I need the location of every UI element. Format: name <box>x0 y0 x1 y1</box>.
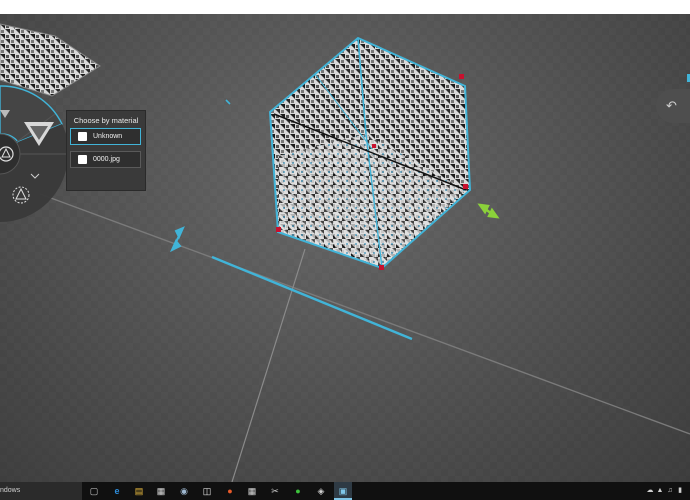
volume-icon[interactable]: ♫ <box>666 486 674 495</box>
material-panel-title: Choose by material <box>73 116 139 125</box>
material-item-0000-jpg[interactable]: 0000.jpg <box>70 151 141 168</box>
media-icon[interactable]: ◫ <box>201 485 213 497</box>
undo-icon[interactable]: ↶ <box>666 98 677 114</box>
material-swatch <box>78 155 87 164</box>
search-text: ndows <box>0 487 21 494</box>
undo-panel[interactable]: ↶ <box>656 89 690 123</box>
xbox-icon[interactable]: ● <box>292 485 304 497</box>
material-label: 0000.jpg <box>93 156 120 163</box>
taskbar: ndows ▢ e ▤ ▦ ◉ ◫ ● ▦ ✂ ● ◈ ▣ ☁ ▲ ♫ ▮ <box>0 482 690 500</box>
paint-icon[interactable]: ● <box>224 485 236 497</box>
onedrive-icon[interactable]: ☁ <box>646 486 654 495</box>
store-icon[interactable]: ▦ <box>155 485 167 497</box>
3d-builder-icon[interactable]: ▣ <box>337 485 349 497</box>
steam-icon[interactable]: ◉ <box>178 485 190 497</box>
calculator-icon[interactable]: ▦ <box>246 485 258 497</box>
snipping-icon[interactable]: ✂ <box>269 485 281 497</box>
choose-by-material-panel: Choose by material Unknown 0000.jpg <box>66 110 146 191</box>
material-item-unknown[interactable]: Unknown <box>70 128 141 145</box>
file-explorer-icon[interactable]: ▤ <box>133 485 145 497</box>
edge-icon[interactable]: e <box>111 485 123 497</box>
task-view-icon[interactable]: ▢ <box>88 485 100 497</box>
material-label: Unknown <box>93 133 123 140</box>
scene <box>0 14 690 482</box>
search-box[interactable]: ndows <box>0 482 82 500</box>
app-icon[interactable]: ◈ <box>315 485 327 497</box>
3d-viewport[interactable]: Choose by material Unknown 0000.jpg ↶ <box>0 14 690 482</box>
network-icon[interactable]: ▲ <box>656 486 664 495</box>
battery-icon[interactable]: ▮ <box>676 486 684 495</box>
material-swatch <box>78 132 87 141</box>
